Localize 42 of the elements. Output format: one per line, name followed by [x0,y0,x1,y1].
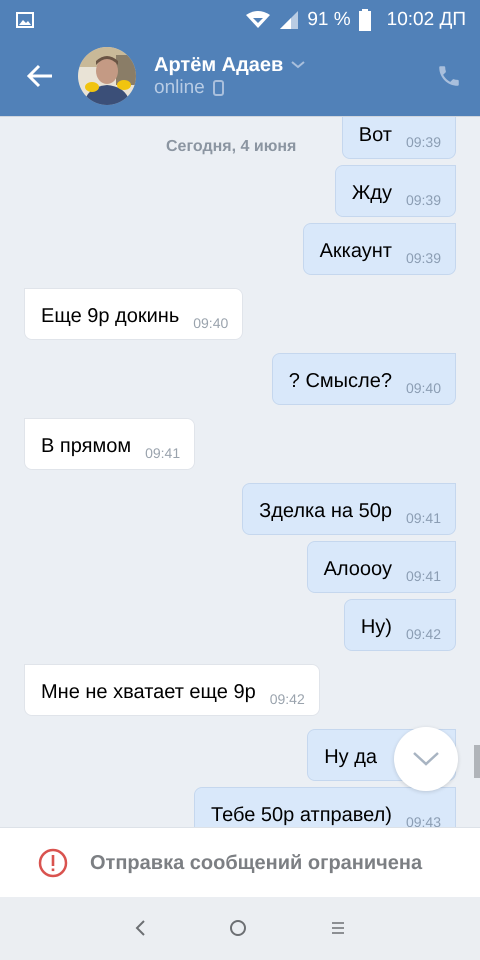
image-icon [16,12,34,28]
battery-percent: 91 % [307,8,351,32]
message-time: 09:40 [193,316,228,331]
message-text: Зделка на 50р [259,499,392,524]
home-icon [229,919,247,938]
chevron-down-icon [413,752,439,766]
date-label: Сегодня, 4 июня [166,137,296,157]
wifi-icon [245,11,272,29]
back-icon [134,919,146,938]
message-time: 09:41 [145,446,180,461]
message-text: ? Смысле? [288,369,392,394]
message-text: Мне не хватает еще 9р [41,680,256,705]
message-time: 09:39 [406,193,441,208]
message-text: Жду [352,181,392,206]
message-time: 09:40 [406,381,441,396]
message-time: 09:39 [406,251,441,266]
back-icon[interactable] [26,64,54,88]
message-time: 09:41 [406,569,441,584]
message-text: Ну да [324,745,377,770]
alert-icon [38,848,68,878]
presence-status: online [154,76,205,100]
message-text: Вот [358,123,392,148]
chevron-down-icon[interactable] [291,60,306,69]
phone-device-icon [212,80,224,96]
clock: 10:02 ДП [386,8,466,32]
scrollbar-thumb[interactable] [474,745,480,778]
battery-icon [358,9,371,31]
message-text: Тебе 50р атправел) [211,803,392,827]
message-text: В прямом [41,434,132,459]
message-text: Алоооу [324,557,392,582]
contact-name[interactable]: Артём Адаев [154,52,284,77]
message-time: 09:42 [406,627,441,642]
message-time: 09:43 [406,815,441,827]
message-text: Аккаунт [320,239,392,264]
message-text: Ну) [360,615,392,640]
restriction-notice: Отправка сообщений ограничена [90,850,422,876]
message-time: 09:39 [406,135,441,150]
message-text: Еще 9р докинь [41,304,180,329]
signal-icon [279,10,300,30]
message-time: 09:42 [270,692,305,707]
message-time: 09:41 [406,511,441,526]
menu-icon [330,920,346,936]
